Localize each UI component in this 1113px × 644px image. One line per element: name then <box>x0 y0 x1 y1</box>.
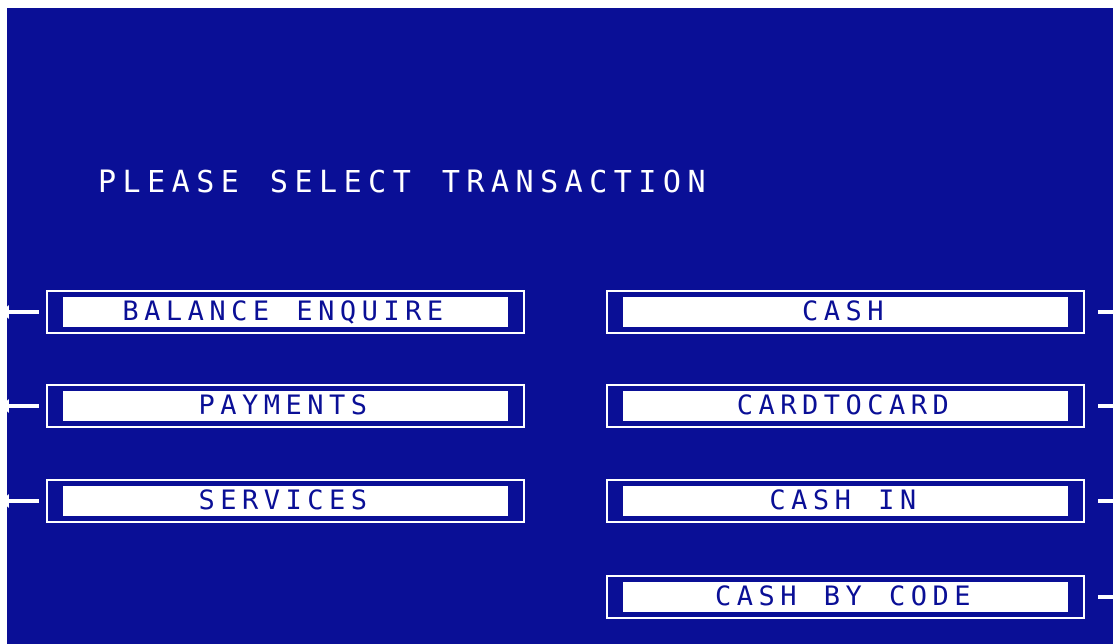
balance-enquire-button[interactable]: BALANCE ENQUIRE <box>46 290 525 334</box>
function-key-marker-icon <box>1098 404 1113 408</box>
arrow-left-icon <box>0 399 39 413</box>
button-face: SERVICES <box>56 486 515 516</box>
payments-button[interactable]: PAYMENTS <box>46 384 525 428</box>
cash-by-code-button[interactable]: CASH BY CODE <box>606 575 1085 619</box>
button-face: CASH <box>616 297 1075 327</box>
arrow-left-icon <box>0 305 39 319</box>
button-label: SERVICES <box>198 486 373 516</box>
button-face: CASH BY CODE <box>616 582 1075 612</box>
arrow-left-icon <box>0 494 39 508</box>
page-title: PLEASE SELECT TRANSACTION <box>98 165 713 200</box>
button-label: PAYMENTS <box>198 391 373 421</box>
function-key-marker-icon <box>1098 499 1113 503</box>
function-key-marker-icon <box>1098 595 1113 599</box>
cash-in-button[interactable]: CASH IN <box>606 479 1085 523</box>
button-label: CASH IN <box>769 486 922 516</box>
button-face: CARDTOCARD <box>616 391 1075 421</box>
services-button[interactable]: SERVICES <box>46 479 525 523</box>
function-key-marker-icon <box>1098 310 1113 314</box>
cardtocard-button[interactable]: CARDTOCARD <box>606 384 1085 428</box>
button-face: BALANCE ENQUIRE <box>56 297 515 327</box>
cash-button[interactable]: CASH <box>606 290 1085 334</box>
button-label: CARDTOCARD <box>736 391 955 421</box>
button-label: CASH BY CODE <box>714 582 977 612</box>
button-face: CASH IN <box>616 486 1075 516</box>
button-label: BALANCE ENQUIRE <box>122 297 449 327</box>
button-face: PAYMENTS <box>56 391 515 421</box>
atm-screen: PLEASE SELECT TRANSACTION BALANCE ENQUIR… <box>0 0 1113 644</box>
button-label: CASH <box>801 297 890 327</box>
